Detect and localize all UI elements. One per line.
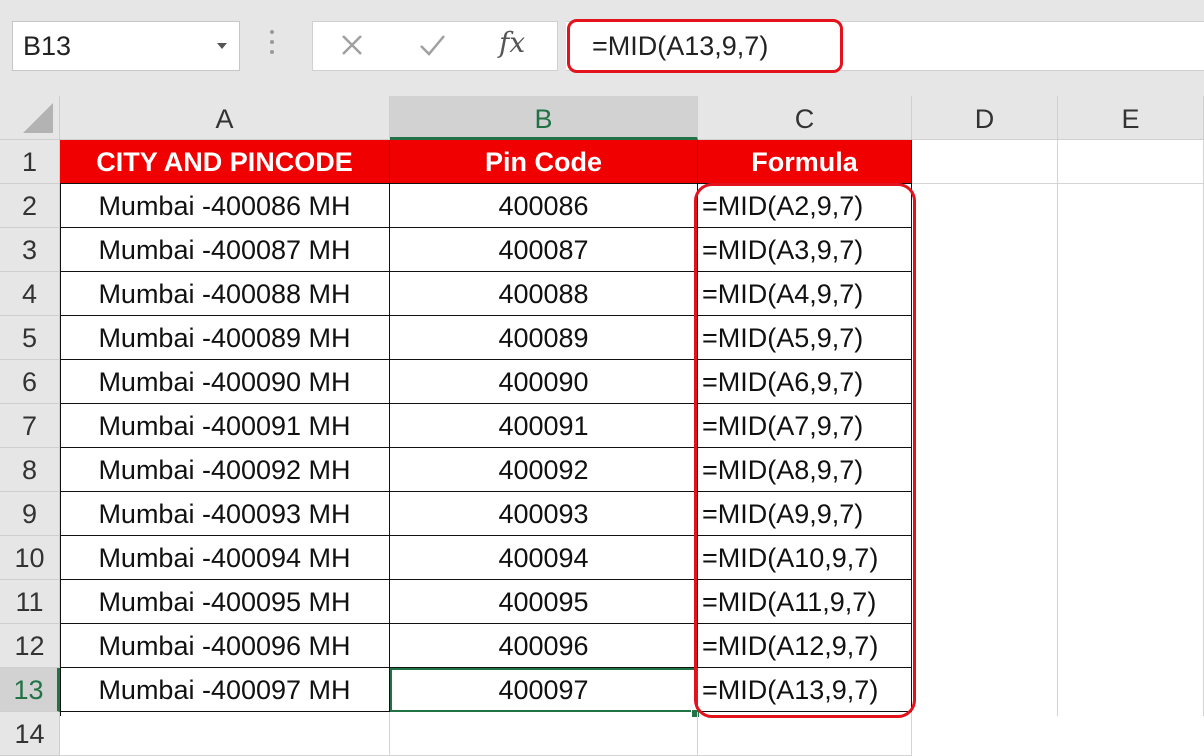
row-header[interactable]: 9 (0, 492, 60, 536)
drag-handle-icon[interactable] (268, 30, 276, 58)
active-cell-pin[interactable]: 400097 (390, 668, 698, 712)
column-header-b[interactable]: B (390, 96, 698, 140)
row-header[interactable]: 4 (0, 272, 60, 316)
cell-formula[interactable]: =MID(A7,9,7) (698, 404, 912, 448)
cell-city[interactable]: Mumbai -400091 MH (60, 404, 390, 448)
name-box-value: B13 (23, 31, 72, 61)
cell-pin[interactable]: 400095 (390, 580, 698, 624)
name-box[interactable]: B13 (12, 21, 240, 71)
table-header-pin[interactable]: Pin Code (390, 140, 698, 184)
row-header[interactable]: 1 (0, 140, 60, 184)
cell-city[interactable]: Mumbai -400088 MH (60, 272, 390, 316)
cell-formula[interactable]: =MID(A10,9,7) (698, 536, 912, 580)
row-header[interactable]: 13 (0, 668, 60, 712)
cell-pin[interactable]: 400093 (390, 492, 698, 536)
cell-pin[interactable]: 400089 (390, 316, 698, 360)
cell-city[interactable]: Mumbai -400093 MH (60, 492, 390, 536)
row-header[interactable]: 8 (0, 448, 60, 492)
cell-city[interactable]: Mumbai -400087 MH (60, 228, 390, 272)
cell-city[interactable]: Mumbai -400092 MH (60, 448, 390, 492)
empty-cell[interactable] (60, 712, 390, 756)
empty-cell[interactable] (1058, 140, 1204, 184)
column-header-c[interactable]: C (698, 96, 912, 140)
empty-cell[interactable] (698, 712, 912, 756)
table-header-formula[interactable]: Formula (698, 140, 912, 184)
cell-formula[interactable]: =MID(A12,9,7) (698, 624, 912, 668)
cell-formula[interactable]: =MID(A9,9,7) (698, 492, 912, 536)
cell-city[interactable]: Mumbai -400090 MH (60, 360, 390, 404)
select-all-triangle-icon (23, 103, 53, 133)
cell-city[interactable]: Mumbai -400097 MH (60, 668, 390, 712)
cell-pin[interactable]: 400091 (390, 404, 698, 448)
x-icon[interactable] (337, 30, 367, 60)
table-header-city[interactable]: CITY AND PINCODE (60, 140, 390, 184)
formula-bar-area: B13 fx =MID(A13,9,7) (0, 0, 1204, 96)
cell-formula[interactable]: =MID(A11,9,7) (698, 580, 912, 624)
row-header[interactable]: 7 (0, 404, 60, 448)
cell-pin[interactable]: 400087 (390, 228, 698, 272)
cell-city[interactable]: Mumbai -400094 MH (60, 536, 390, 580)
cell-pin[interactable]: 400096 (390, 624, 698, 668)
cell-formula[interactable]: =MID(A5,9,7) (698, 316, 912, 360)
row-header[interactable]: 10 (0, 536, 60, 580)
column-header-e[interactable]: E (1058, 96, 1204, 140)
cell-city[interactable]: Mumbai -400086 MH (60, 184, 390, 228)
empty-column-d[interactable] (912, 184, 1058, 716)
empty-cell[interactable] (912, 140, 1058, 184)
formula-buttons: fx (312, 21, 558, 71)
cell-pin[interactable]: 400086 (390, 184, 698, 228)
cell-city[interactable]: Mumbai -400095 MH (60, 580, 390, 624)
formula-highlight-annotation (567, 19, 843, 73)
cell-formula[interactable]: =MID(A8,9,7) (698, 448, 912, 492)
insert-function-button[interactable]: fx (499, 26, 525, 59)
column-header-d[interactable]: D (912, 96, 1058, 140)
cell-city[interactable]: Mumbai -400096 MH (60, 624, 390, 668)
cell-formula[interactable]: =MID(A3,9,7) (698, 228, 912, 272)
row-header[interactable]: 6 (0, 360, 60, 404)
cell-pin[interactable]: 400094 (390, 536, 698, 580)
empty-cell[interactable] (390, 712, 698, 756)
empty-column-e[interactable] (1058, 184, 1204, 716)
cell-formula[interactable]: =MID(A4,9,7) (698, 272, 912, 316)
cell-formula[interactable]: =MID(A6,9,7) (698, 360, 912, 404)
cell-city[interactable]: Mumbai -400089 MH (60, 316, 390, 360)
cell-formula[interactable]: =MID(A2,9,7) (698, 184, 912, 228)
row-header[interactable]: 3 (0, 228, 60, 272)
cell-formula[interactable]: =MID(A13,9,7) (698, 668, 912, 712)
row-header[interactable]: 2 (0, 184, 60, 228)
cell-pin[interactable]: 400090 (390, 360, 698, 404)
row-header[interactable]: 5 (0, 316, 60, 360)
column-header-a[interactable]: A (60, 96, 390, 140)
table-border (60, 184, 61, 716)
row-header[interactable]: 14 (0, 712, 60, 756)
chevron-down-icon[interactable] (217, 43, 227, 49)
row-header[interactable]: 12 (0, 624, 60, 668)
cell-pin[interactable]: 400088 (390, 272, 698, 316)
row-header[interactable]: 11 (0, 580, 60, 624)
check-icon[interactable] (417, 30, 447, 60)
select-all-button[interactable] (0, 96, 60, 140)
cell-pin[interactable]: 400092 (390, 448, 698, 492)
